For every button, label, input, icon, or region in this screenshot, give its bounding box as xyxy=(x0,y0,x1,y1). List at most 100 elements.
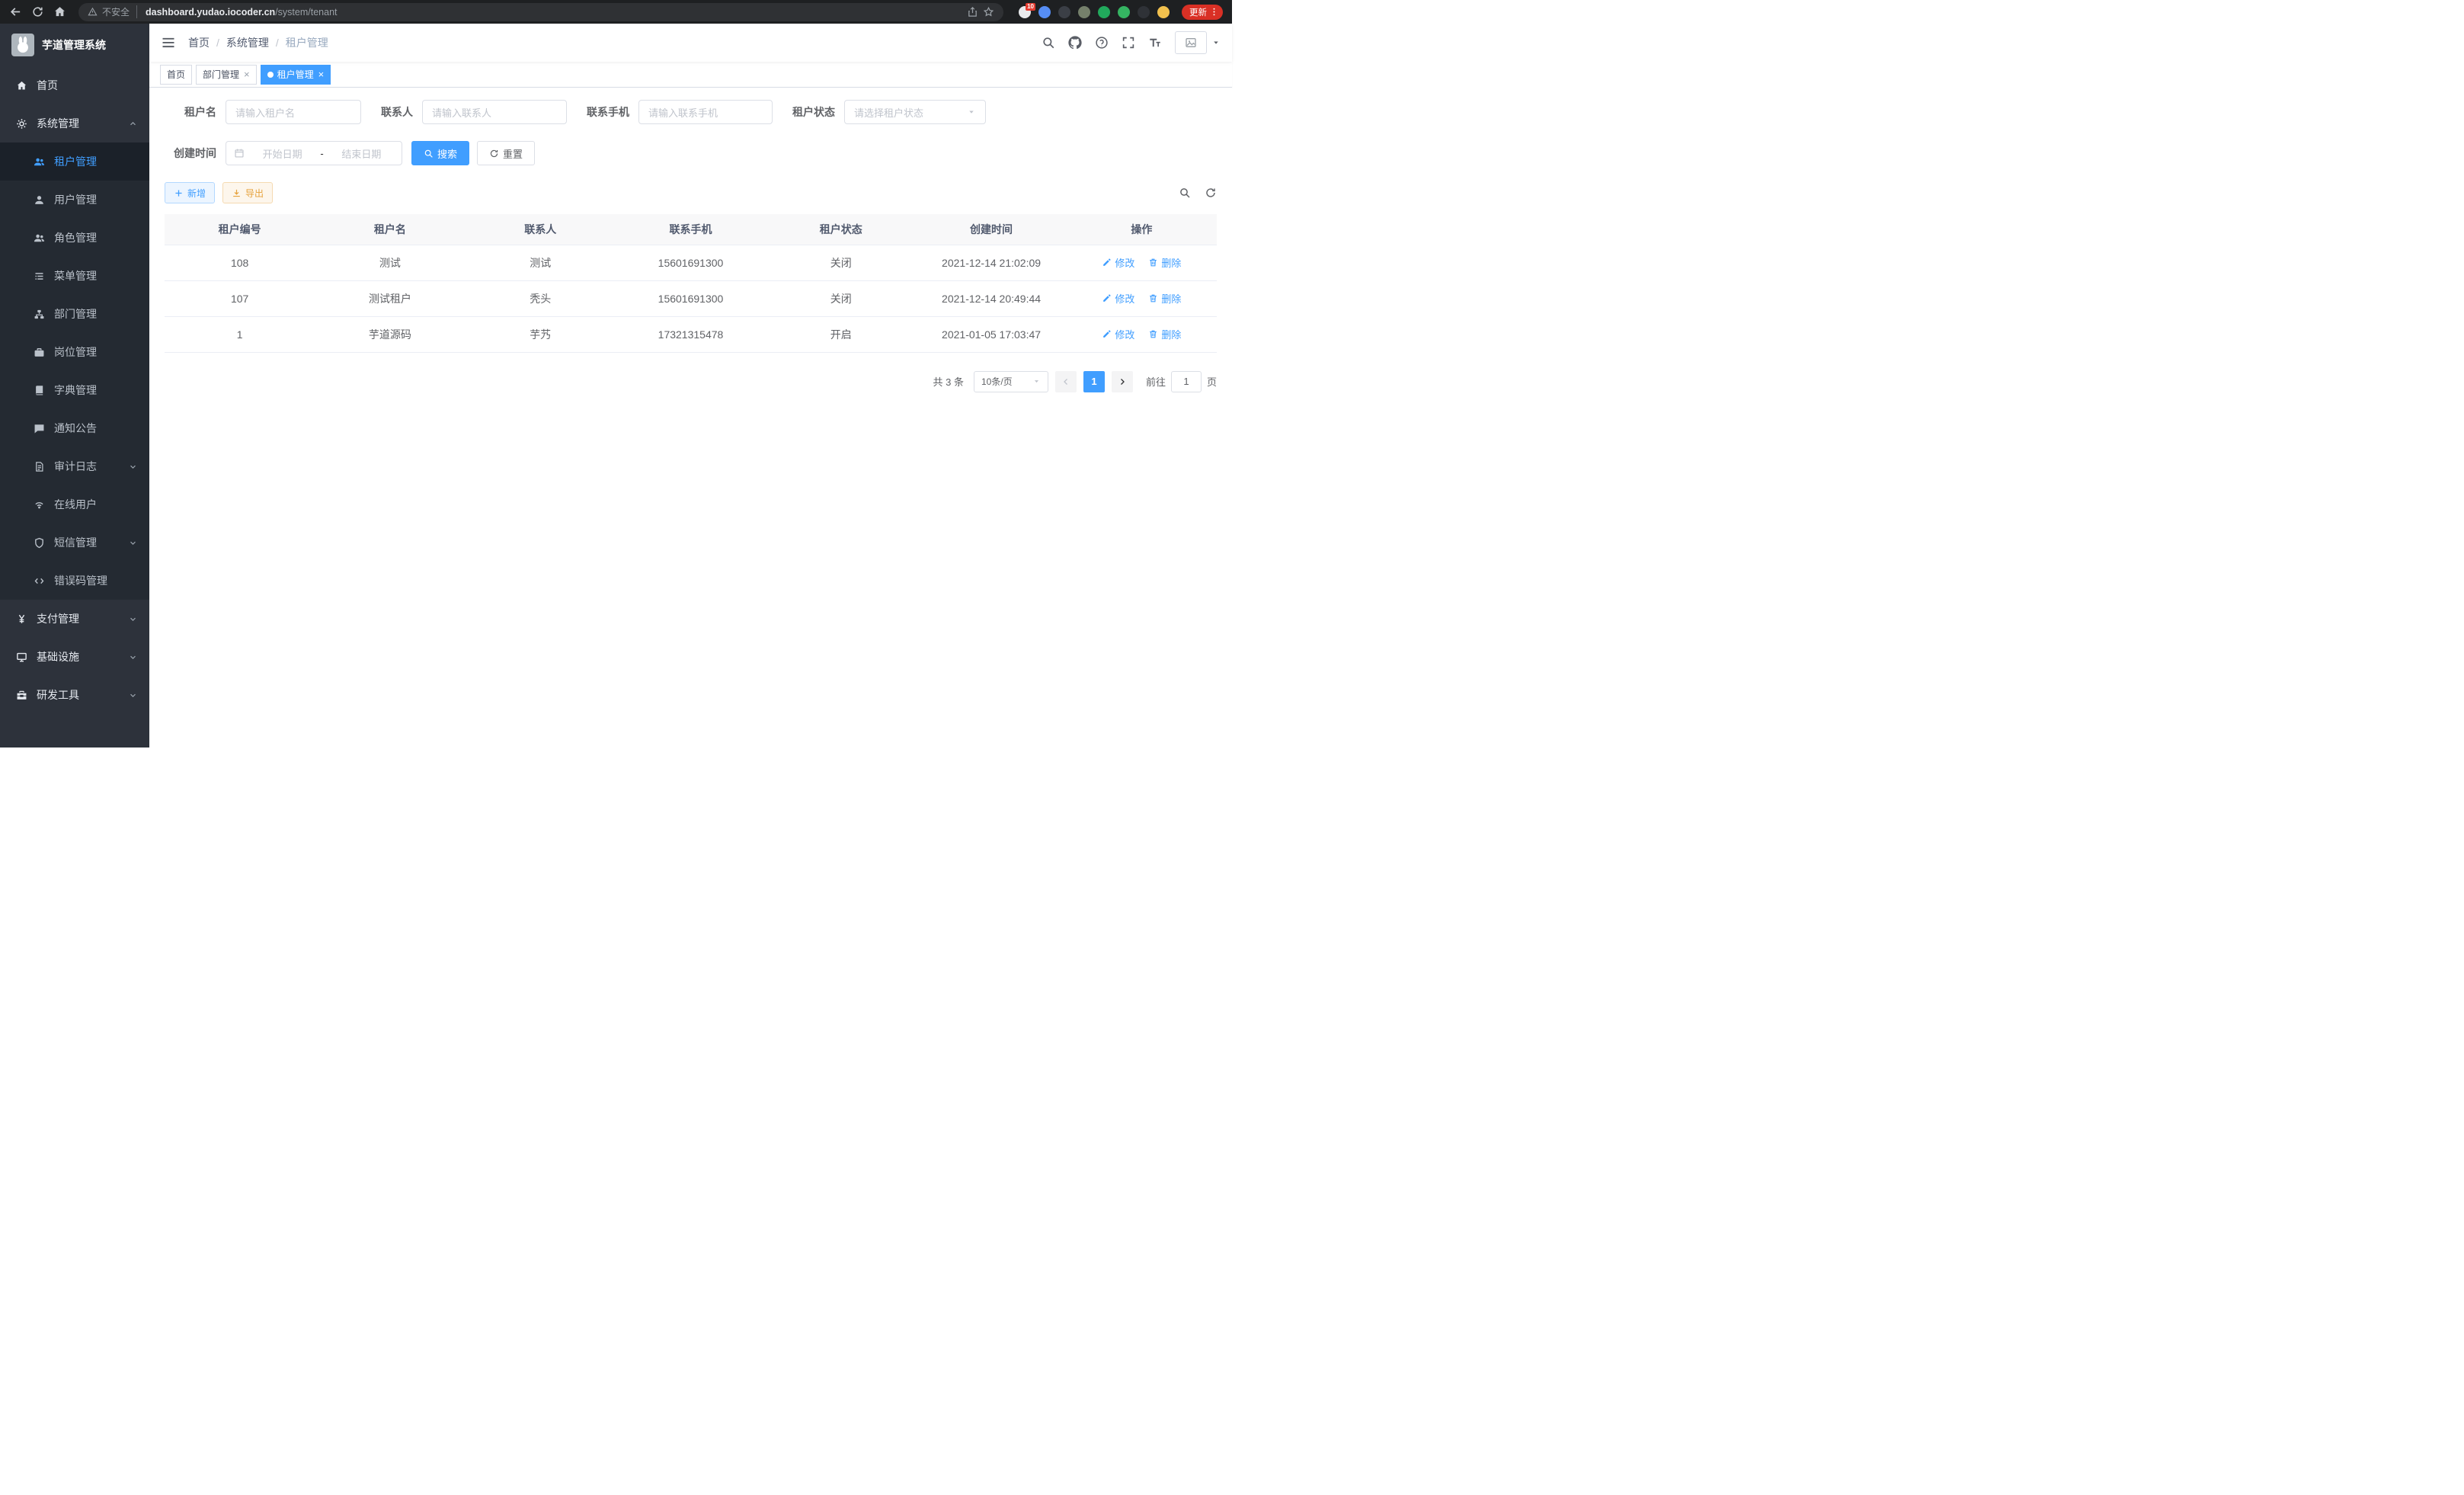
delete-link[interactable]: 删除 xyxy=(1148,291,1181,306)
goto-page-input[interactable]: 1 xyxy=(1171,371,1202,392)
contact-label: 联系人 xyxy=(381,104,413,120)
edit-link-label: 修改 xyxy=(1115,327,1134,341)
reset-button-label: 重置 xyxy=(503,146,523,161)
extension-icon-7[interactable] xyxy=(1138,6,1150,18)
address-bar[interactable]: 不安全 dashboard.yudao.iocoder.cn/system/te… xyxy=(78,3,1003,21)
extension-icon-4[interactable] xyxy=(1078,6,1090,18)
add-button[interactable]: 新增 xyxy=(165,182,215,203)
sidebar-item-online-user[interactable]: 在线用户 xyxy=(0,485,149,523)
tab-tenant[interactable]: 租户管理 × xyxy=(261,65,331,85)
tab-label: 租户管理 xyxy=(277,68,314,81)
sidebar-item-user[interactable]: 用户管理 xyxy=(0,181,149,219)
contact-placeholder: 请输入联系人 xyxy=(432,105,491,120)
cell-tenant-id: 108 xyxy=(165,245,315,280)
edit-link[interactable]: 修改 xyxy=(1102,255,1134,270)
edit-link[interactable]: 修改 xyxy=(1102,327,1134,341)
extension-icon-2[interactable] xyxy=(1038,6,1051,18)
tab-home[interactable]: 首页 xyxy=(160,65,192,85)
cell-actions: 修改删除 xyxy=(1067,316,1217,352)
sidebar-item-label: 角色管理 xyxy=(54,230,97,245)
sidebar-item-home[interactable]: 首页 xyxy=(0,66,149,104)
browser-home-icon[interactable] xyxy=(53,5,66,18)
cell-tenant-id: 107 xyxy=(165,280,315,316)
sidebar-item-role[interactable]: 角色管理 xyxy=(0,219,149,257)
cell-status: 关闭 xyxy=(766,245,916,280)
github-icon[interactable] xyxy=(1068,36,1082,50)
close-icon[interactable]: × xyxy=(318,69,325,79)
fullscreen-icon[interactable] xyxy=(1122,36,1135,50)
logo-image xyxy=(11,34,34,56)
extension-icon-6[interactable] xyxy=(1118,6,1130,18)
help-icon[interactable] xyxy=(1095,36,1109,50)
app-logo[interactable]: 芋道管理系统 xyxy=(0,24,149,66)
sidebar-toggle-icon[interactable] xyxy=(161,35,176,50)
breadcrumb-system[interactable]: 系统管理 xyxy=(226,35,269,50)
refresh-table-icon[interactable] xyxy=(1205,187,1217,199)
breadcrumb-home[interactable]: 首页 xyxy=(188,35,210,50)
back-icon[interactable] xyxy=(9,5,22,18)
status-select[interactable]: 请选择租户状态 xyxy=(844,100,986,124)
sidebar-item-pay[interactable]: 支付管理 xyxy=(0,600,149,638)
phone-input[interactable]: 请输入联系手机 xyxy=(638,100,773,124)
phone-placeholder: 请输入联系手机 xyxy=(648,105,718,120)
sidebar-menu: 首页 系统管理 租户管理 用户管理 角色管理 菜单管理 部门管理 岗位管理 xyxy=(0,66,149,748)
close-icon[interactable]: × xyxy=(243,69,250,79)
reset-button[interactable]: 重置 xyxy=(477,141,535,165)
delete-link[interactable]: 删除 xyxy=(1148,327,1181,341)
col-contact: 联系人 xyxy=(466,214,616,245)
sidebar-item-devtool[interactable]: 研发工具 xyxy=(0,676,149,714)
download-icon xyxy=(232,188,242,198)
tab-dept[interactable]: 部门管理 × xyxy=(196,65,257,85)
sidebar-item-dict[interactable]: 字典管理 xyxy=(0,371,149,409)
reset-refresh-icon xyxy=(489,149,499,158)
sidebar-item-tenant[interactable]: 租户管理 xyxy=(0,142,149,181)
delete-link[interactable]: 删除 xyxy=(1148,255,1181,270)
font-size-icon[interactable] xyxy=(1148,36,1162,50)
search-button[interactable]: 搜索 xyxy=(411,141,469,165)
chevron-down-icon xyxy=(128,690,138,700)
next-page-button[interactable] xyxy=(1112,371,1133,392)
sidebar-item-infra[interactable]: 基础设施 xyxy=(0,638,149,676)
user-menu[interactable] xyxy=(1175,31,1221,54)
page-1-button[interactable]: 1 xyxy=(1083,371,1105,392)
sidebar-item-error-code[interactable]: 错误码管理 xyxy=(0,562,149,600)
prev-page-button[interactable] xyxy=(1055,371,1077,392)
browser-update-button[interactable]: 更新 xyxy=(1182,5,1223,20)
users-icon xyxy=(34,156,45,168)
sidebar-item-post[interactable]: 岗位管理 xyxy=(0,333,149,371)
bookmark-star-icon[interactable] xyxy=(983,6,994,18)
sidebar-item-menu[interactable]: 菜单管理 xyxy=(0,257,149,295)
reload-icon[interactable] xyxy=(31,5,44,18)
sidebar-item-notice[interactable]: 通知公告 xyxy=(0,409,149,447)
edit-link[interactable]: 修改 xyxy=(1102,291,1134,306)
extension-icon-3[interactable] xyxy=(1058,6,1070,18)
extension-icon-8[interactable] xyxy=(1157,6,1170,18)
gear-icon xyxy=(16,118,27,130)
tenant-name-label: 租户名 xyxy=(165,104,216,120)
col-tenant-id: 租户编号 xyxy=(165,214,315,245)
contact-input[interactable]: 请输入联系人 xyxy=(422,100,567,124)
page-size-select[interactable]: 10条/页 xyxy=(974,371,1048,392)
extension-icon-5[interactable] xyxy=(1098,6,1110,18)
export-button[interactable]: 导出 xyxy=(222,182,273,203)
toggle-search-icon[interactable] xyxy=(1179,187,1191,199)
extension-icon-1[interactable]: 10 xyxy=(1019,6,1031,18)
sidebar-item-audit-log[interactable]: 审计日志 xyxy=(0,447,149,485)
sidebar-item-sms[interactable]: 短信管理 xyxy=(0,523,149,562)
avatar xyxy=(1175,31,1207,54)
tenant-name-input[interactable]: 请输入租户名 xyxy=(226,100,361,124)
sidebar-item-dept[interactable]: 部门管理 xyxy=(0,295,149,333)
chevron-left-icon xyxy=(1061,377,1070,386)
sidebar-item-system[interactable]: 系统管理 xyxy=(0,104,149,142)
cell-status: 关闭 xyxy=(766,280,916,316)
page-size-label: 10条/页 xyxy=(981,375,1013,388)
create-time-range-picker[interactable]: 开始日期 - 结束日期 xyxy=(226,141,402,165)
header-search-icon[interactable] xyxy=(1042,36,1055,50)
caret-down-icon xyxy=(1211,38,1221,47)
active-dot xyxy=(267,72,274,78)
security-label: 不安全 xyxy=(102,5,137,18)
filter-row-2: 创建时间 开始日期 - 结束日期 搜索 重置 xyxy=(165,141,1217,165)
share-icon[interactable] xyxy=(967,6,978,18)
sidebar-item-label: 岗位管理 xyxy=(54,344,97,360)
phone-label: 联系手机 xyxy=(587,104,629,120)
